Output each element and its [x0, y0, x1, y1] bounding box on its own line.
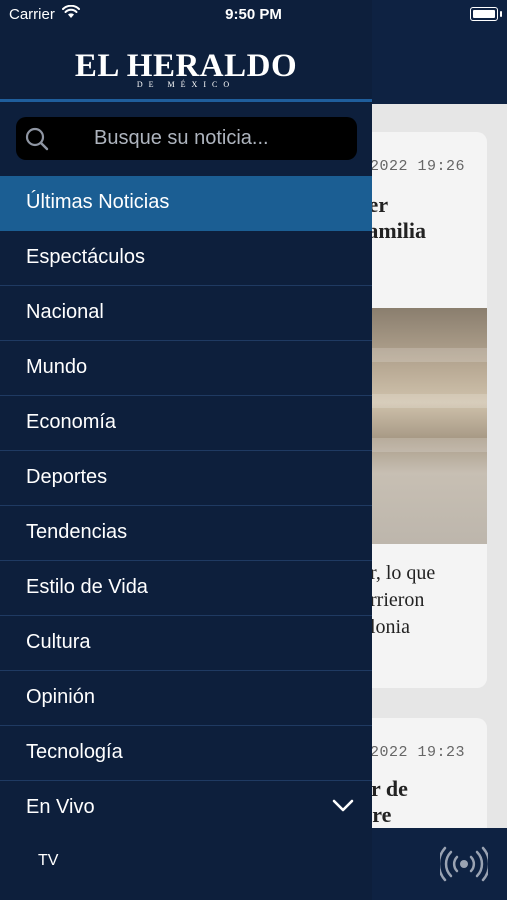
menu-item-label: Espectáculos [26, 246, 145, 268]
navigation-drawer: EL HERALDO DE MÉXICO Últimas Noticias Es… [0, 0, 372, 900]
menu-item-economia[interactable]: Economía [0, 396, 372, 451]
menu-item-label: Estilo de Vida [26, 576, 148, 598]
menu-item-mundo[interactable]: Mundo [0, 341, 372, 396]
menu-item-label: Economía [26, 411, 117, 433]
status-time: 9:50 PM [225, 6, 282, 23]
search-input[interactable] [94, 117, 344, 160]
menu-item-deportes[interactable]: Deportes [0, 451, 372, 506]
menu-item-espectaculos[interactable]: Espectáculos [0, 231, 372, 286]
card-date: 2022 19:23 [370, 744, 466, 761]
menu-item-label: Deportes [26, 466, 108, 488]
menu-item-tecnologia[interactable]: Tecnología [0, 726, 372, 781]
search-bar[interactable] [16, 117, 357, 160]
card-date: 2022 19:26 [370, 158, 466, 175]
submenu-item-label: TV [38, 852, 59, 869]
menu-item-label: Tendencias [26, 521, 128, 543]
drawer-menu: Últimas Noticias Espectáculos Nacional M… [0, 176, 372, 888]
menu-item-ultimas-noticias[interactable]: Últimas Noticias [0, 176, 372, 231]
menu-item-cultura[interactable]: Cultura [0, 616, 372, 671]
battery-icon [470, 7, 502, 21]
chevron-down-icon[interactable] [332, 799, 354, 813]
submenu-item-tv[interactable]: TV [0, 836, 372, 888]
menu-item-nacional[interactable]: Nacional [0, 286, 372, 341]
menu-item-estilo-de-vida[interactable]: Estilo de Vida [0, 561, 372, 616]
header-divider [0, 99, 372, 102]
menu-item-opinion[interactable]: Opinión [0, 671, 372, 726]
menu-item-label: Cultura [26, 631, 91, 653]
menu-item-tendencias[interactable]: Tendencias [0, 506, 372, 561]
menu-item-label: En Vivo [26, 796, 95, 818]
menu-item-label: Mundo [26, 356, 88, 378]
search-icon [25, 127, 49, 151]
menu-item-label: Últimas Noticias [26, 191, 170, 213]
status-bar: Carrier 9:50 PM [0, 0, 507, 28]
menu-item-label: Opinión [26, 686, 95, 708]
menu-item-label: Nacional [26, 301, 104, 323]
menu-item-en-vivo[interactable]: En Vivo [0, 781, 372, 836]
menu-item-label: Tecnología [26, 741, 123, 763]
brand-logo-subtitle: DE MÉXICO [136, 80, 236, 89]
live-broadcast-icon[interactable] [440, 846, 488, 882]
